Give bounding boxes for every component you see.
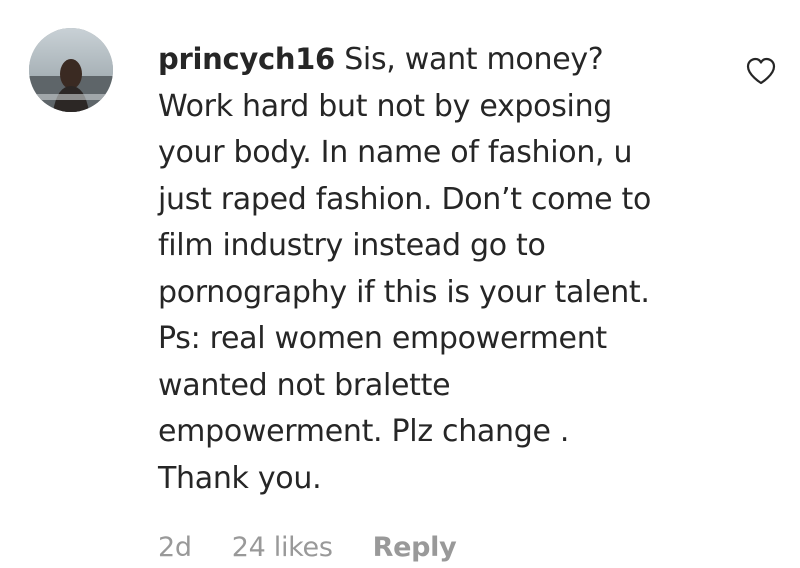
avatar[interactable]: [29, 28, 113, 112]
comment: princych16 Sis, want money? Work hard bu…: [0, 0, 800, 568]
comment-likes[interactable]: 24 likes: [232, 532, 333, 563]
comment-time[interactable]: 2d: [158, 532, 192, 563]
comment-text-line: Work hard but not by exposing: [158, 88, 613, 124]
reply-button[interactable]: Reply: [373, 532, 457, 563]
comment-text-line: pornography if this is your talent.: [158, 274, 650, 310]
comment-text-line: your body. In name of fashion, u: [158, 135, 633, 170]
comment-text-line: Thank you.: [158, 460, 322, 496]
comment-text-line: film industry instead go to: [158, 228, 546, 263]
comment-text-line: wanted not bralette: [158, 367, 451, 403]
comment-text-line: Ps: real women empowerment: [158, 321, 607, 356]
comment-first-line: princych16 Sis, want money?: [158, 36, 718, 84]
avatar-photo: [29, 28, 113, 112]
comment-username[interactable]: princych16: [158, 42, 335, 76]
comment-body: princych16 Sis, want money? Work hard bu…: [158, 36, 718, 502]
comment-text-line: Sis, want money?: [344, 42, 604, 77]
comment-meta: 2d 24 likes Reply: [158, 532, 457, 563]
comment-text-line: empowerment. Plz change .: [158, 414, 570, 449]
heart-icon[interactable]: [745, 56, 777, 86]
comment-text-line: just raped fashion. Don’t come to: [158, 181, 652, 217]
